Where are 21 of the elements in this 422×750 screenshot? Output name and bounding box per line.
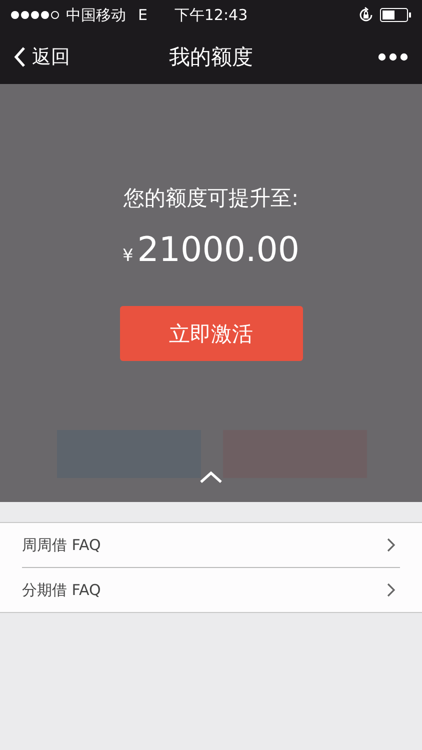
faq-item[interactable]: 分期借 FAQ <box>0 568 422 612</box>
chevron-left-icon <box>14 46 26 68</box>
more-icon[interactable] <box>378 53 408 61</box>
page-title: 我的额度 <box>169 44 253 71</box>
chevron-right-icon <box>386 537 396 553</box>
carrier-name: 中国移动 <box>66 6 126 24</box>
credit-amount: 21000.00 <box>137 230 300 270</box>
chevron-up-icon[interactable] <box>199 470 223 484</box>
faq-label: 分期借 FAQ <box>22 580 101 600</box>
status-time: 下午12:43 <box>174 6 248 24</box>
activate-button[interactable]: 立即激活 <box>120 306 302 361</box>
network-type: E <box>138 6 148 24</box>
back-button[interactable]: 返回 <box>14 44 70 70</box>
currency-symbol: ¥ <box>122 246 134 266</box>
faq-label: 周周借 FAQ <box>22 536 101 554</box>
chevron-right-icon <box>386 582 396 598</box>
promo-heading: 您的额度可提升至: <box>123 185 299 212</box>
faq-item[interactable]: 周周借 FAQ <box>0 523 422 567</box>
battery-icon <box>380 8 412 22</box>
signal-strength-icon <box>10 10 60 20</box>
rotation-lock-icon <box>358 7 374 23</box>
